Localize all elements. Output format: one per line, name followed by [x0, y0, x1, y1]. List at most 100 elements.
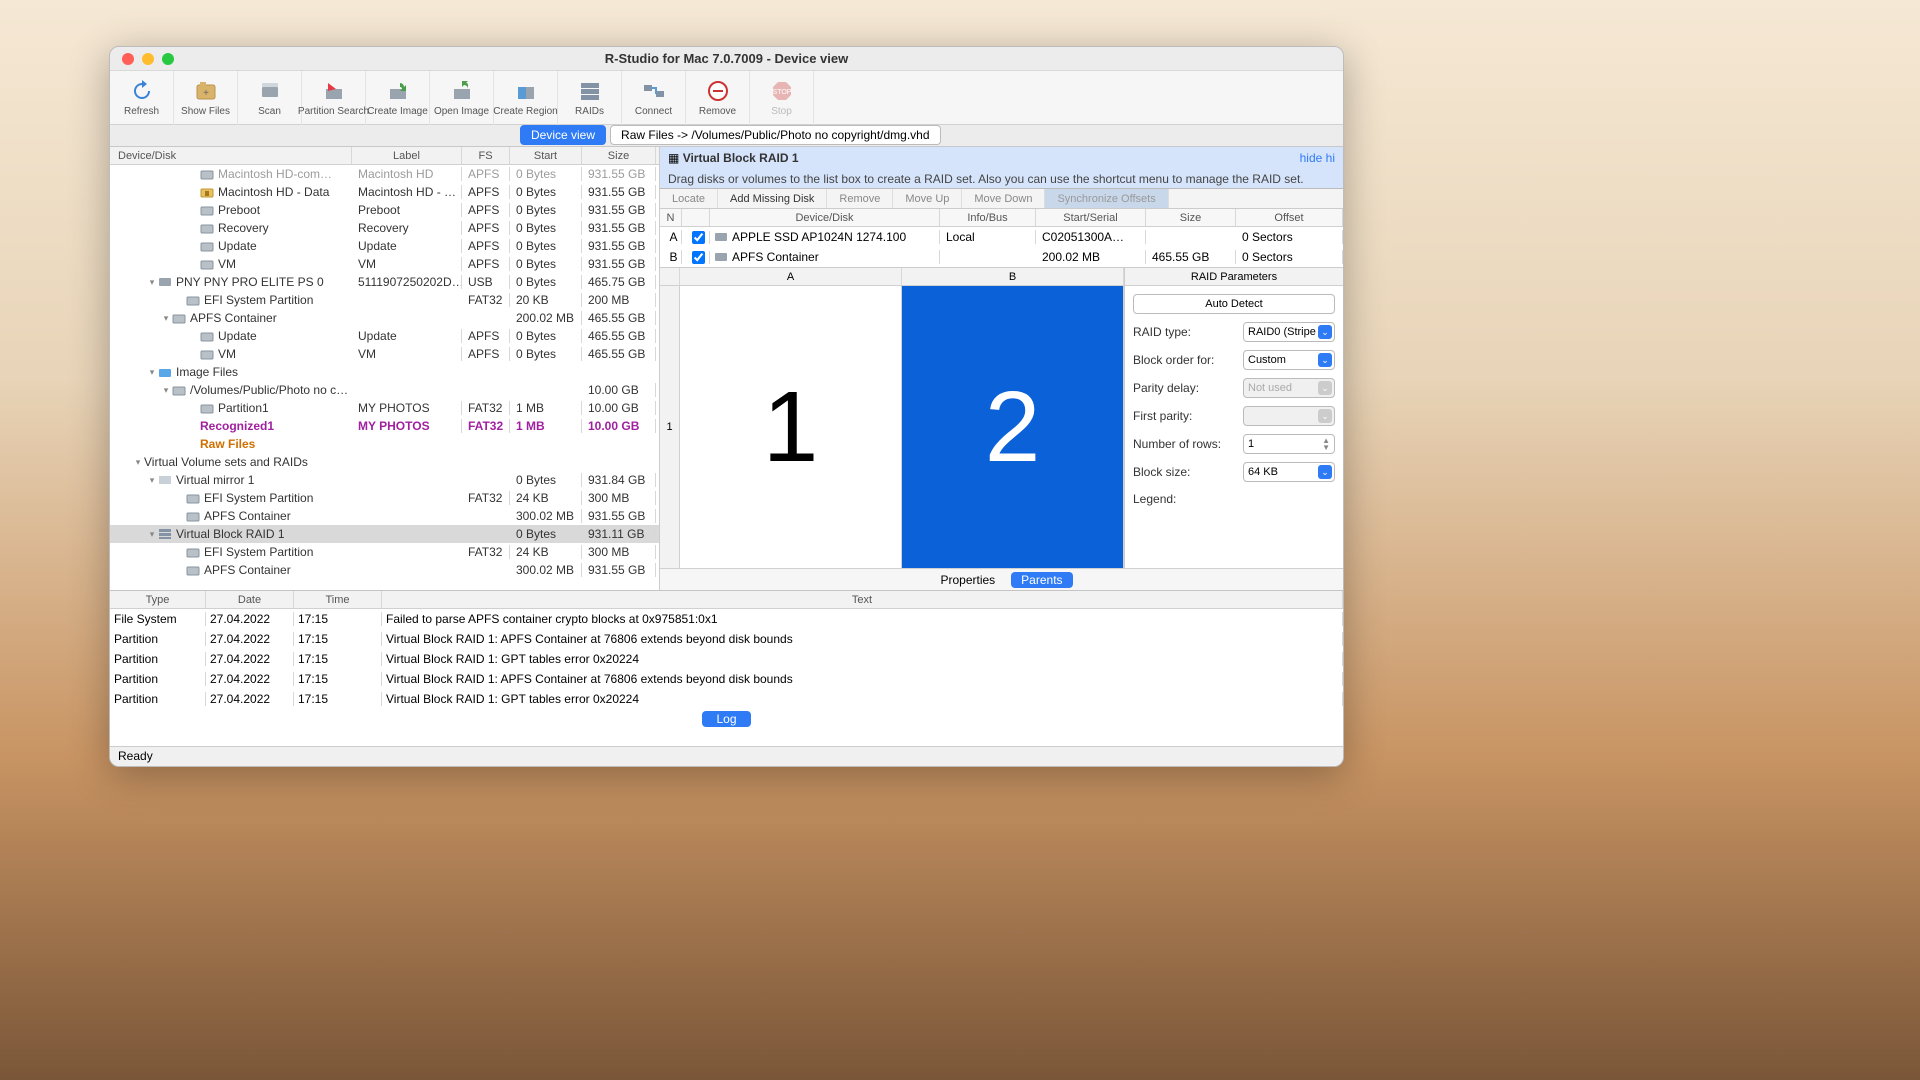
tree-label: MY PHOTOS — [352, 419, 462, 433]
log-row[interactable]: Partition27.04.202217:15Virtual Block RA… — [110, 669, 1343, 689]
col-device[interactable]: Device/Disk — [110, 147, 352, 164]
param-label: Number of rows: — [1133, 437, 1237, 451]
tree-row[interactable]: ▾Image Files — [110, 363, 659, 381]
tree-start: 300.02 MB — [510, 509, 582, 523]
chevron-down-icon[interactable]: ▾ — [146, 277, 158, 288]
tree-start: 24 KB — [510, 491, 582, 505]
tree-start: 1 MB — [510, 401, 582, 415]
tree-row[interactable]: ▾Virtual Block RAID 10 Bytes931.11 GB — [110, 525, 659, 543]
log-col-time[interactable]: Time — [294, 591, 382, 608]
tree-fs: FAT32 — [462, 401, 510, 415]
tree-row[interactable]: ▾APFS Container200.02 MB465.55 GB — [110, 309, 659, 327]
tree-row[interactable]: PrebootPrebootAPFS0 Bytes931.55 GB — [110, 201, 659, 219]
tree-name: /Volumes/Public/Photo no c… — [190, 383, 348, 397]
tree-row[interactable]: UpdateUpdateAPFS0 Bytes465.55 GB — [110, 327, 659, 345]
param-select[interactable]: 64 KB⌄ — [1243, 462, 1335, 482]
panel-tabs: Properties Parents — [660, 568, 1343, 590]
log-row[interactable]: Partition27.04.202217:15Virtual Block RA… — [110, 689, 1343, 709]
tree-row[interactable]: Raw Files — [110, 435, 659, 453]
tree-body[interactable]: Macintosh HD-com…Macintosh HDAPFS0 Bytes… — [110, 165, 659, 590]
partition-search-button[interactable]: Partition Search — [302, 71, 366, 125]
tab-device-view[interactable]: Device view — [520, 125, 606, 145]
col-size[interactable]: Size — [582, 147, 656, 164]
chevron-down-icon[interactable]: ▾ — [160, 313, 172, 324]
col-n[interactable]: N — [660, 209, 682, 226]
tree-name: APFS Container — [204, 509, 291, 523]
raid-tb-add-missing-disk[interactable]: Add Missing Disk — [718, 189, 827, 208]
chevron-down-icon[interactable]: ▾ — [146, 529, 158, 540]
open-image-button[interactable]: Open Image — [430, 71, 494, 125]
refresh-button[interactable]: Refresh — [110, 71, 174, 125]
tree-row[interactable]: ▾Virtual Volume sets and RAIDs — [110, 453, 659, 471]
tree-size: 200 MB — [582, 293, 656, 307]
scan-button[interactable]: Scan — [238, 71, 302, 125]
param-select[interactable]: RAID0 (Stripe⌄ — [1243, 322, 1335, 342]
remove-button[interactable]: Remove — [686, 71, 750, 125]
tree-size: 931.55 GB — [582, 509, 656, 523]
col-label[interactable]: Label — [352, 147, 462, 164]
create-image-button[interactable]: Create Image — [366, 71, 430, 125]
tree-name: EFI System Partition — [204, 293, 313, 307]
hide-link[interactable]: hide hi — [1300, 151, 1335, 165]
log-row[interactable]: File System27.04.202217:15Failed to pars… — [110, 609, 1343, 629]
tree-row[interactable]: EFI System PartitionFAT3220 KB200 MB — [110, 291, 659, 309]
titlebar[interactable]: R-Studio for Mac 7.0.7009 - Device view — [110, 47, 1343, 71]
tab-raw-files-volumes-pu[interactable]: Raw Files -> /Volumes/Public/Photo no co… — [610, 125, 940, 145]
block-cell-2[interactable]: 2 — [902, 286, 1124, 568]
connect-button[interactable]: Connect — [622, 71, 686, 125]
block-cell-1[interactable]: 1 — [680, 286, 902, 568]
panel-tab-parents[interactable]: Parents — [1011, 572, 1072, 588]
tree-row[interactable]: EFI System PartitionFAT3224 KB300 MB — [110, 489, 659, 507]
svg-text:+: + — [203, 88, 209, 99]
tree-row[interactable]: Macintosh HD-com…Macintosh HDAPFS0 Bytes… — [110, 165, 659, 183]
chevron-down-icon[interactable]: ▾ — [146, 367, 158, 378]
tree-row[interactable]: Recognized1MY PHOTOSFAT321 MB10.00 GB — [110, 417, 659, 435]
raid-row-checkbox[interactable] — [692, 231, 705, 244]
col-rsize[interactable]: Size — [1146, 209, 1236, 226]
raid-row[interactable]: AAPPLE SSD AP1024N 1274.100LocalC0205130… — [660, 227, 1343, 247]
col-info[interactable]: Info/Bus — [940, 209, 1036, 226]
col-raid-device[interactable]: Device/Disk — [710, 209, 940, 226]
col-offset[interactable]: Offset — [1236, 209, 1343, 226]
param-label: Block order for: — [1133, 353, 1237, 367]
log-col-type[interactable]: Type — [110, 591, 206, 608]
auto-detect-button[interactable]: Auto Detect — [1133, 294, 1335, 314]
chevron-down-icon[interactable]: ▾ — [160, 385, 172, 396]
tree-size: 931.55 GB — [582, 257, 656, 271]
tree-row[interactable]: VMVMAPFS0 Bytes465.55 GB — [110, 345, 659, 363]
raids-button[interactable]: RAIDs — [558, 71, 622, 125]
log-col-text[interactable]: Text — [382, 591, 1343, 608]
tree-row[interactable]: Partition1MY PHOTOSFAT321 MB10.00 GB — [110, 399, 659, 417]
chevron-down-icon[interactable]: ▾ — [146, 475, 158, 486]
show-files-button[interactable]: +Show Files — [174, 71, 238, 125]
col-start[interactable]: Start — [510, 147, 582, 164]
tree-row[interactable]: RecoveryRecoveryAPFS0 Bytes931.55 GB — [110, 219, 659, 237]
param-label: Block size: — [1133, 465, 1237, 479]
tree-fs: APFS — [462, 257, 510, 271]
tree-row[interactable]: EFI System PartitionFAT3224 KB300 MB — [110, 543, 659, 561]
raid-row[interactable]: BAPFS Container200.02 MB465.55 GB0 Secto… — [660, 247, 1343, 267]
tree-row[interactable]: ▾Virtual mirror 10 Bytes931.84 GB — [110, 471, 659, 489]
log-row[interactable]: Partition27.04.202217:15Virtual Block RA… — [110, 649, 1343, 669]
create-region-button[interactable]: Create Region — [494, 71, 558, 125]
col-fs[interactable]: FS — [462, 147, 510, 164]
tree-row[interactable]: ▾PNY PNY PRO ELITE PS 05111907250202D…US… — [110, 273, 659, 291]
tree-row[interactable]: ▾/Volumes/Public/Photo no c…10.00 GB — [110, 381, 659, 399]
raid-header: ▦ Virtual Block RAID 1 hide hi — [660, 147, 1343, 169]
tree-name: Recognized1 — [200, 419, 274, 433]
raid-row-checkbox[interactable] — [692, 251, 705, 264]
tree-name: Partition1 — [218, 401, 269, 415]
param-select[interactable]: Custom⌄ — [1243, 350, 1335, 370]
chevron-down-icon[interactable]: ▾ — [132, 457, 144, 468]
tree-row[interactable]: UpdateUpdateAPFS0 Bytes931.55 GB — [110, 237, 659, 255]
panel-tab-properties[interactable]: Properties — [930, 572, 1005, 588]
param-stepper[interactable]: 1▲▼ — [1243, 434, 1335, 454]
log-row[interactable]: Partition27.04.202217:15Virtual Block RA… — [110, 629, 1343, 649]
tree-row[interactable]: APFS Container300.02 MB931.55 GB — [110, 561, 659, 579]
log-button[interactable]: Log — [702, 711, 750, 727]
log-col-date[interactable]: Date — [206, 591, 294, 608]
tree-row[interactable]: Macintosh HD - DataMacintosh HD - …APFS0… — [110, 183, 659, 201]
tree-row[interactable]: APFS Container 300.02 MB931.55 GB — [110, 507, 659, 525]
col-startserial[interactable]: Start/Serial — [1036, 209, 1146, 226]
tree-row[interactable]: VMVMAPFS0 Bytes931.55 GB — [110, 255, 659, 273]
